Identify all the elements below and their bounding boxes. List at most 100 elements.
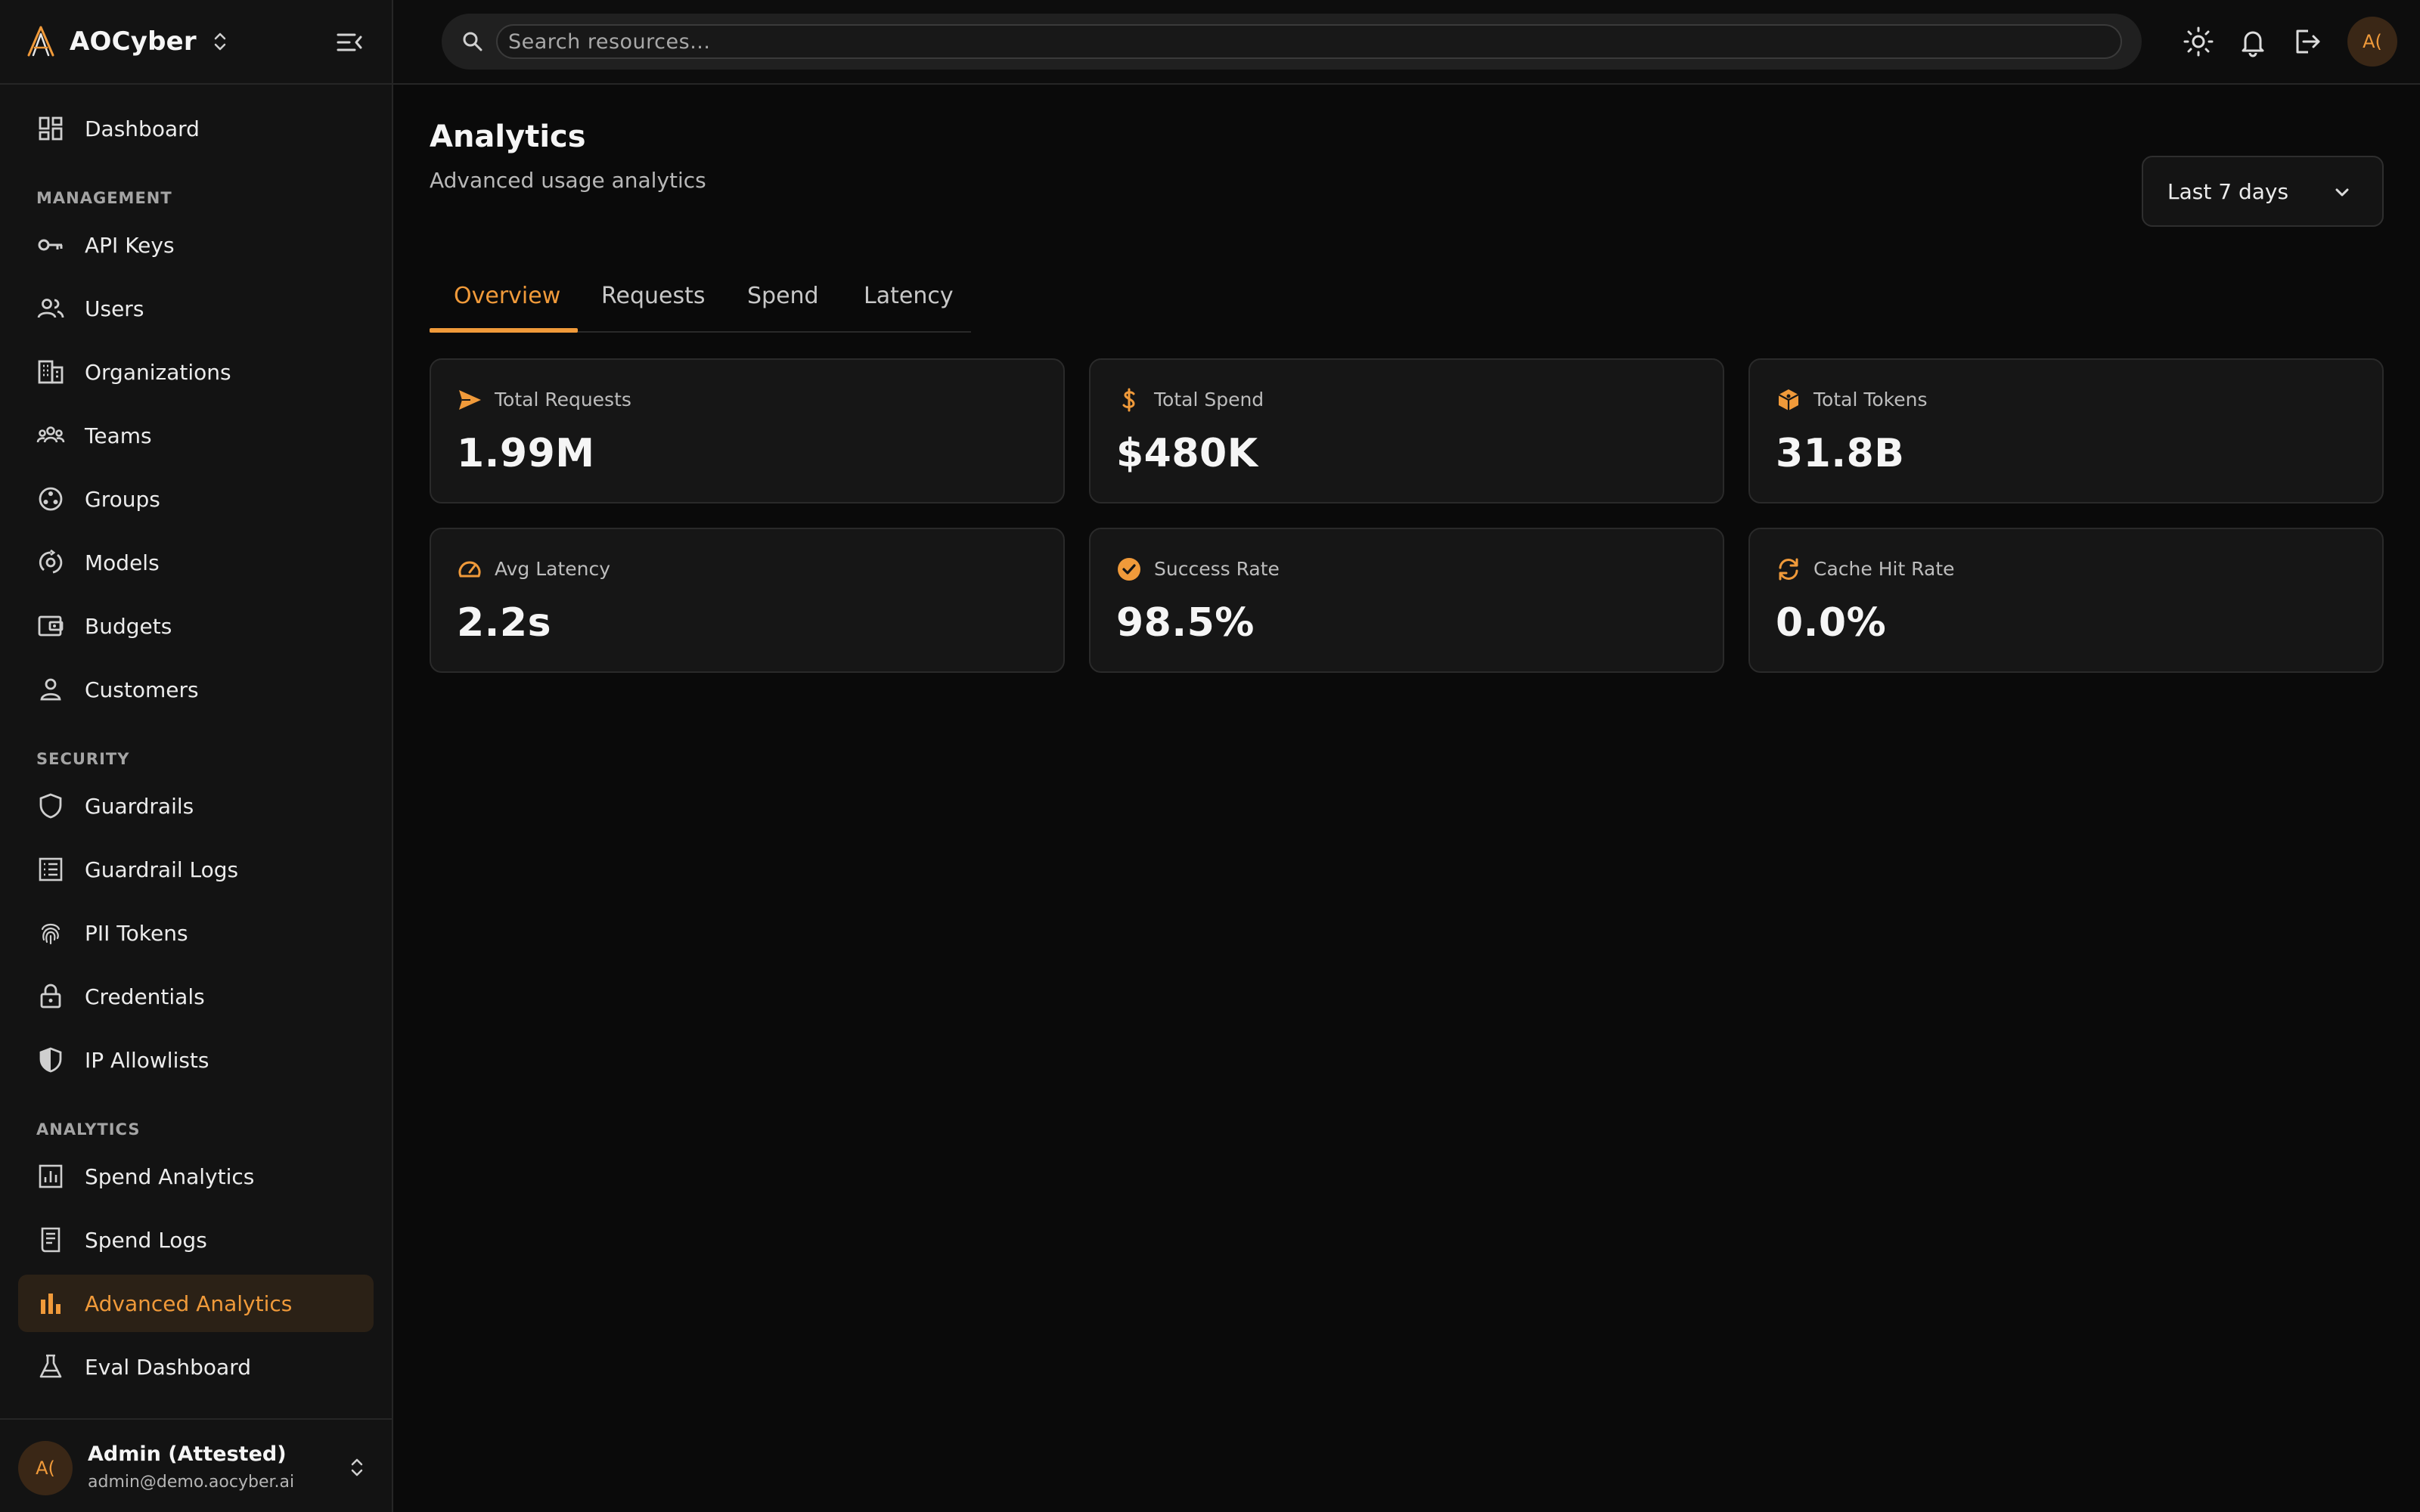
logout-icon[interactable] (2291, 26, 2323, 57)
chevron-down-icon (2335, 188, 2349, 197)
fingerprint-icon (41, 923, 60, 945)
sidebar-item-label: Organizations (85, 359, 231, 385)
sidebar-item-ip-allowlists[interactable]: IP Allowlists (18, 1031, 374, 1089)
sidebar-item-credentials[interactable]: Credentials (18, 968, 374, 1025)
dollar-icon (1122, 388, 1135, 412)
sidebar-item-budgets[interactable]: Budgets (18, 597, 374, 655)
sidebar-item-spend-logs[interactable]: Spend Logs (18, 1211, 374, 1269)
sidebar-item-eval-dashboard[interactable]: Eval Dashboard (18, 1338, 374, 1396)
collapse-sidebar-icon[interactable] (334, 27, 365, 57)
stat-card-success-rate: Success Rate 98.5% (1089, 528, 1724, 673)
chevron-up-down-icon[interactable] (210, 29, 230, 54)
brand-bar[interactable]: AOCyber (0, 0, 392, 85)
sidebar-item-label: Credentials (85, 984, 205, 1009)
active-tab-indicator (430, 328, 578, 333)
stat-label: Total Requests (495, 389, 631, 411)
sidebar-item-models[interactable]: Models (18, 534, 374, 591)
stat-label: Cache Hit Rate (1813, 558, 1955, 580)
sidebar-item-label: Groups (85, 486, 160, 512)
section-management: MANAGEMENT (36, 189, 172, 207)
user-name: Admin (Attested) (88, 1442, 287, 1466)
lock-icon (40, 984, 61, 1009)
stat-value: 31.8B (1776, 431, 1905, 476)
stat-value: 2.2s (457, 600, 552, 646)
sidebar-item-label: Dashboard (85, 116, 200, 141)
tab-latency[interactable]: Latency (864, 283, 954, 309)
stat-card-total-requests: Total Requests 1.99M (430, 358, 1065, 503)
user-menu[interactable]: A( Admin (Attested) admin@demo.aocyber.a… (0, 1418, 392, 1512)
brand-name: AOCyber (70, 26, 197, 57)
sidebar-item-users[interactable]: Users (18, 280, 374, 337)
sidebar-item-api-keys[interactable]: API Keys (18, 216, 374, 274)
speedometer-icon (458, 561, 481, 578)
sidebar-item-label: Eval Dashboard (85, 1354, 252, 1380)
sidebar-item-label: Guardrails (85, 793, 194, 819)
models-icon (39, 549, 63, 574)
sidebar-item-dashboard[interactable]: Dashboard (18, 100, 374, 157)
sidebar-item-label: Guardrail Logs (85, 857, 239, 882)
date-range-value: Last 7 days (2167, 178, 2289, 204)
search-icon (463, 32, 482, 51)
search-bar[interactable] (442, 14, 2142, 70)
wallet-icon (38, 615, 64, 637)
stat-value: 1.99M (457, 431, 595, 476)
teams-icon (36, 426, 65, 443)
aocyber-logo-icon (27, 26, 54, 57)
sidebar-item-customers[interactable]: Customers (18, 661, 374, 718)
sidebar-item-label: Teams (85, 423, 152, 448)
groups-icon (39, 487, 63, 511)
sidebar-nav: Dashboard MANAGEMENT API Keys Users Orga… (0, 85, 392, 1418)
chart-box-icon (39, 1164, 63, 1188)
sidebar: AOCyber Dashboard MANAGEMENT API Keys Us… (0, 0, 393, 1512)
tab-overview[interactable]: Overview (454, 283, 560, 309)
stat-card-cache-hit-rate: Cache Hit Rate 0.0% (1748, 528, 2384, 673)
user-email: admin@demo.aocyber.ai (88, 1473, 295, 1492)
sidebar-item-advanced-analytics[interactable]: Advanced Analytics (18, 1275, 374, 1332)
stat-card-total-tokens: Total Tokens 31.8B (1748, 358, 2384, 503)
flask-icon (39, 1354, 62, 1378)
sidebar-item-groups[interactable]: Groups (18, 470, 374, 528)
sidebar-item-label: Users (85, 296, 144, 321)
section-security: SECURITY (36, 750, 130, 768)
sidebar-item-teams[interactable]: Teams (18, 407, 374, 464)
sidebar-item-label: Spend Logs (85, 1227, 207, 1253)
stat-label: Success Rate (1154, 558, 1280, 580)
stat-label: Total Tokens (1813, 389, 1928, 411)
sidebar-item-guardrails[interactable]: Guardrails (18, 777, 374, 835)
sidebar-item-label: Advanced Analytics (85, 1290, 293, 1316)
search-input[interactable] (496, 24, 2122, 59)
chevron-up-down-icon[interactable] (348, 1455, 366, 1480)
tab-requests[interactable]: Requests (601, 283, 706, 309)
stat-label: Total Spend (1154, 389, 1264, 411)
sidebar-item-spend-analytics[interactable]: Spend Analytics (18, 1148, 374, 1205)
analytics-tabs: Overview Requests Spend Latency (430, 272, 971, 333)
building-icon (38, 360, 64, 384)
tab-spend[interactable]: Spend (747, 283, 819, 309)
cube-icon (1778, 389, 1799, 411)
sidebar-item-guardrail-logs[interactable]: Guardrail Logs (18, 841, 374, 898)
header-avatar[interactable]: A( (2347, 17, 2397, 67)
sidebar-item-organizations[interactable]: Organizations (18, 343, 374, 401)
refresh-icon (1779, 558, 1798, 581)
stat-card-avg-latency: Avg Latency 2.2s (430, 528, 1065, 673)
page-title: Analytics (430, 119, 586, 154)
key-icon (38, 239, 63, 251)
sidebar-item-label: Models (85, 550, 160, 575)
stat-value: 0.0% (1776, 600, 1887, 646)
top-bar: A( (393, 0, 2420, 85)
section-analytics: ANALYTICS (36, 1120, 141, 1139)
shield-icon (39, 793, 62, 819)
person-icon (40, 678, 61, 701)
sidebar-item-label: IP Allowlists (85, 1047, 209, 1073)
date-range-select[interactable]: Last 7 days (2142, 156, 2384, 227)
check-circle-icon (1118, 558, 1140, 581)
receipt-icon (41, 1227, 60, 1253)
sun-icon[interactable] (2183, 26, 2214, 57)
page-subtitle: Advanced usage analytics (430, 168, 706, 193)
user-avatar: A( (18, 1441, 73, 1495)
sidebar-item-label: Customers (85, 677, 199, 702)
bell-icon[interactable] (2237, 26, 2269, 57)
sidebar-item-pii-tokens[interactable]: PII Tokens (18, 904, 374, 962)
users-icon (37, 299, 64, 318)
dashboard-icon (39, 116, 63, 141)
